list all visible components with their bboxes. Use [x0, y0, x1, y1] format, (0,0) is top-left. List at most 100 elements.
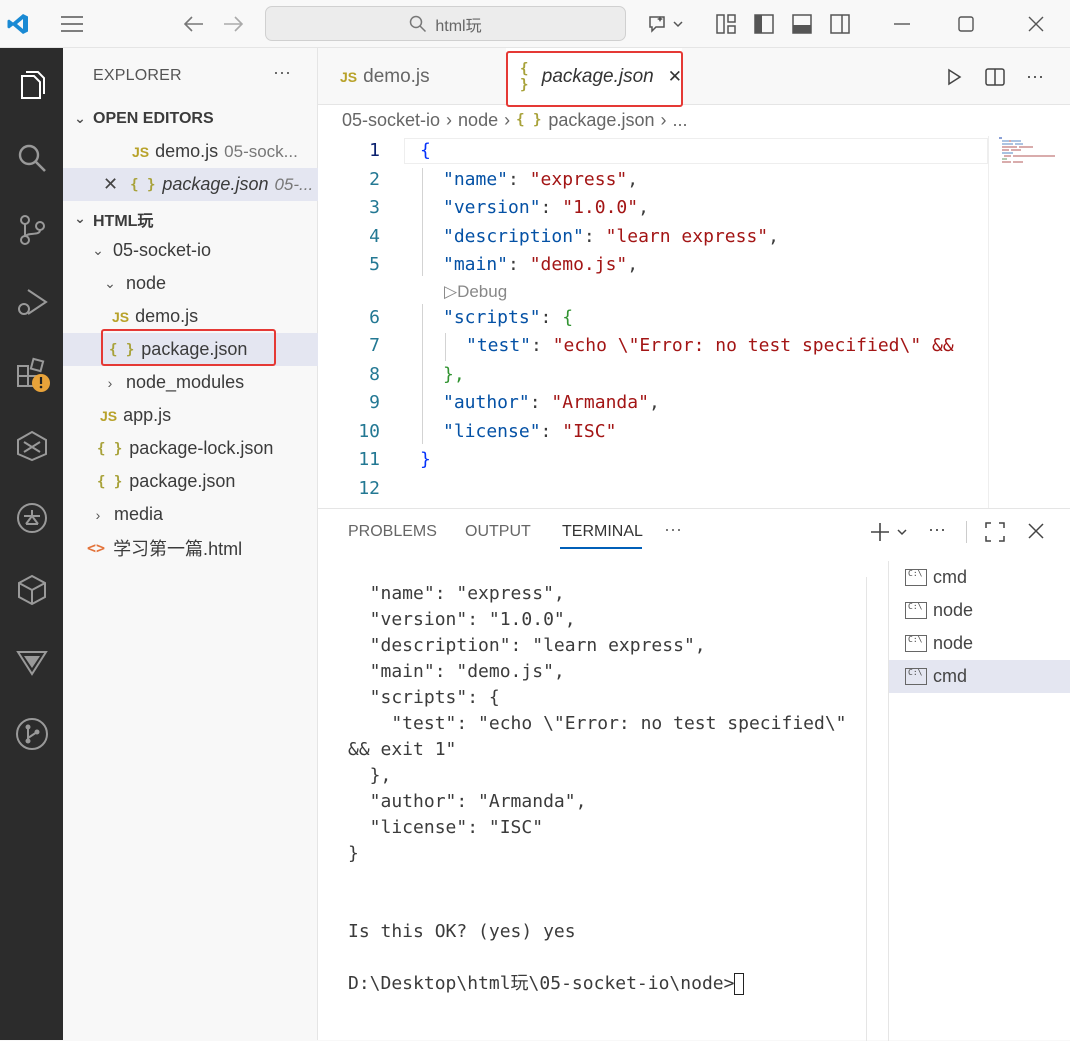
terminal-more-icon[interactable]: ···: [928, 519, 946, 540]
code-token: {: [562, 307, 574, 328]
editor-more-button[interactable]: ···: [1026, 48, 1054, 105]
json-file-icon: { }: [130, 176, 156, 193]
tree-file-package-json[interactable]: { } package.json: [63, 465, 318, 498]
terminal-scrollbar[interactable]: [866, 577, 867, 1041]
tab-label: demo.js: [363, 65, 430, 87]
json-key: "main": [443, 254, 509, 275]
open-editor-item-active[interactable]: ✕ { } package.json 05-...: [63, 168, 318, 201]
menu-icon[interactable]: [56, 0, 88, 48]
json-value: "express": [529, 169, 628, 190]
toggle-panel-icon[interactable]: [788, 0, 816, 48]
tree-item-label: node: [126, 273, 167, 293]
tree-item-label: 学习第一篇.html: [113, 538, 243, 559]
code-editor[interactable]: 1 2 3 4 5 6 7 8 9 10 11 12 { "name": "ex…: [318, 136, 988, 508]
git-graph-icon[interactable]: [0, 706, 63, 762]
tab-package-json-active[interactable]: { } package.json ✕: [506, 48, 682, 105]
tree-folder-node[interactable]: ⌄ node: [63, 267, 318, 300]
editor-tabs: JS demo.js { } package.json ✕ ···: [318, 48, 1070, 105]
source-control-icon[interactable]: [0, 202, 63, 258]
terminal-icon: C:\: [905, 569, 927, 586]
new-terminal-button[interactable]: [866, 519, 914, 547]
terminal-instance-active[interactable]: C:\ cmd: [889, 660, 1070, 693]
open-editor-path: 05-...: [274, 174, 314, 194]
terminal-instance[interactable]: C:\ node: [889, 594, 1070, 627]
json-key: "test": [466, 335, 532, 356]
customize-layout-icon[interactable]: [712, 0, 740, 48]
breadcrumb: 05-socket-io › node › { } package.json ›…: [342, 107, 687, 133]
split-editor-icon[interactable]: [984, 48, 1012, 105]
copilot-icon[interactable]: [642, 0, 690, 48]
open-editors-header[interactable]: ⌄ OPEN EDITORS: [63, 102, 318, 135]
json-key: "description": [443, 226, 584, 247]
tree-file-app-js[interactable]: JS app.js: [63, 399, 318, 432]
chevron-down-icon: ⌄: [74, 110, 86, 126]
tree-item-label: 05-socket-io: [113, 240, 212, 260]
terminal-output[interactable]: "name": "express", "version": "1.0.0", "…: [348, 581, 868, 997]
tree-folder-05-socket-io[interactable]: ⌄ 05-socket-io: [63, 234, 318, 267]
line-number: 3: [369, 197, 380, 218]
close-tab-icon[interactable]: ✕: [668, 67, 682, 87]
tree-file-package-json-selected[interactable]: { } package.json: [63, 333, 318, 366]
explorer-more-button[interactable]: ···: [273, 62, 291, 83]
workspace-header[interactable]: ⌄ HTML玩: [63, 202, 318, 235]
toggle-primary-sidebar-icon[interactable]: [750, 0, 778, 48]
json-key: "author": [443, 392, 530, 413]
terminal-instance[interactable]: C:\ node: [889, 627, 1070, 660]
js-file-icon: JS: [132, 143, 150, 160]
vscode-logo-icon: [0, 0, 36, 48]
extensions-icon[interactable]: [0, 346, 63, 402]
accounts-icon[interactable]: [0, 490, 63, 546]
json-file-icon: { }: [516, 112, 542, 128]
command-center-search[interactable]: html玩: [265, 6, 626, 41]
tree-file-package-lock-json[interactable]: { } package-lock.json: [63, 432, 318, 465]
close-panel-icon[interactable]: [1026, 521, 1046, 546]
chevron-right-icon: ›: [446, 109, 453, 130]
close-editor-icon[interactable]: ✕: [103, 174, 118, 195]
line-number: 5: [369, 254, 380, 275]
json-value: "1.0.0": [562, 197, 639, 218]
json-key: "name": [443, 169, 509, 190]
open-editor-path: 05-sock...: [224, 141, 298, 161]
tree-item-label: node_modules: [126, 372, 245, 392]
maximize-panel-icon[interactable]: [984, 521, 1006, 548]
back-arrow-icon[interactable]: [180, 0, 208, 48]
explorer-icon[interactable]: [0, 58, 63, 114]
minimap[interactable]: [988, 136, 1070, 508]
breadcrumb-item[interactable]: ...: [672, 110, 687, 131]
minimize-icon[interactable]: [882, 0, 922, 48]
tree-folder-node-modules[interactable]: › node_modules: [63, 366, 318, 399]
open-editor-name: demo.js: [155, 141, 219, 161]
search-activity-icon[interactable]: [0, 130, 63, 186]
line-number: 10: [358, 421, 380, 442]
toggle-secondary-sidebar-icon[interactable]: [826, 0, 854, 48]
tab-problems[interactable]: PROBLEMS: [348, 523, 437, 541]
run-debug-icon[interactable]: [0, 274, 63, 330]
testing-icon[interactable]: [0, 418, 63, 474]
breadcrumb-item[interactable]: node: [458, 110, 498, 131]
line-number: 6: [369, 307, 380, 328]
tab-terminal[interactable]: TERMINAL: [562, 523, 643, 541]
box-extension-icon[interactable]: [0, 562, 63, 618]
triangle-extension-icon[interactable]: [0, 634, 63, 690]
terminal-text: "name": "express", "version": "1.0.0", "…: [348, 583, 847, 994]
breadcrumb-item[interactable]: package.json: [548, 110, 654, 131]
panel-more-button[interactable]: ···: [664, 519, 682, 540]
active-tab-underline: [560, 547, 642, 549]
breadcrumb-item[interactable]: 05-socket-io: [342, 110, 440, 131]
run-file-icon[interactable]: [944, 48, 972, 105]
debug-code-lens[interactable]: ▷Debug: [444, 282, 507, 302]
tab-output[interactable]: OUTPUT: [465, 523, 531, 541]
close-window-icon[interactable]: [1016, 0, 1056, 48]
maximize-icon[interactable]: [946, 0, 986, 48]
json-key: "version": [443, 197, 541, 218]
json-value: "Armanda": [551, 392, 649, 413]
open-editor-item[interactable]: JS demo.js 05-sock...: [63, 135, 318, 168]
tree-file-html[interactable]: <> 学习第一篇.html: [63, 531, 318, 564]
json-value: "ISC": [562, 421, 617, 442]
forward-arrow-icon[interactable]: [219, 0, 247, 48]
tab-demo-js[interactable]: JS demo.js: [318, 48, 498, 105]
code-token: {: [420, 140, 431, 161]
tree-folder-media[interactable]: › media: [63, 498, 318, 531]
tree-file-demo-js[interactable]: JS demo.js: [63, 300, 318, 333]
terminal-instance[interactable]: C:\ cmd: [889, 561, 1070, 594]
